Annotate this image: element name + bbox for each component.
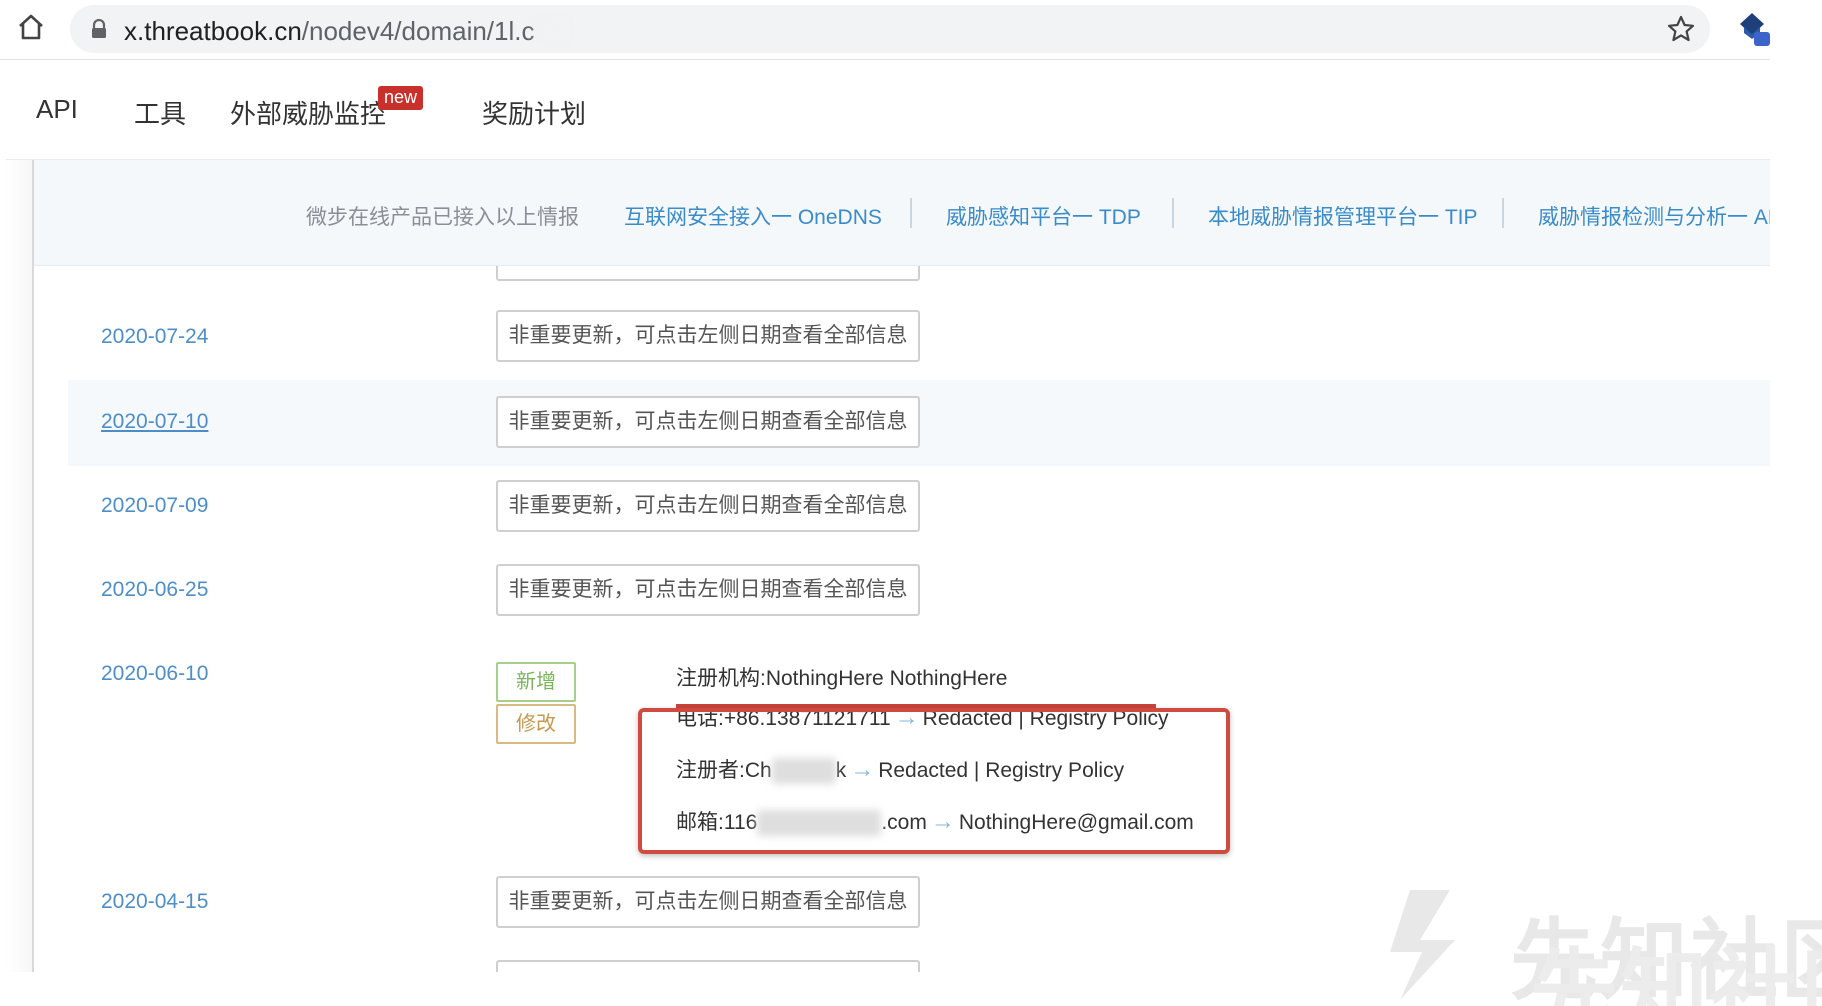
star-icon[interactable] [1666, 14, 1696, 44]
domain-history-panel: 微步在线产品已接入以上情报 互联网安全接入一 OneDNS 威胁感知平台一 TD… [6, 160, 1770, 972]
banner-divider [1502, 198, 1504, 228]
change-old-value-tail: .com [881, 811, 927, 834]
arrow-right-icon: → [850, 756, 875, 783]
history-summary-box[interactable]: 非重要更新，可点击左侧日期查看全部信息 [496, 396, 920, 448]
url-redaction [532, 17, 568, 41]
history-summary-box[interactable]: 非重要更新，可点击左侧日期查看全部信息 [496, 564, 920, 616]
nav-item-api[interactable]: API [36, 94, 78, 125]
url-path: /nodev4/domain/1l.c [301, 16, 535, 46]
site-navigation: API 工具 外部威胁监控 new 奖励计划 [6, 62, 1770, 160]
history-summary-box[interactable]: 非重要更新，可点击左侧日期查看全部信息 [496, 876, 920, 928]
banner-link-onedns[interactable]: 互联网安全接入一 OneDNS [624, 201, 882, 231]
new-badge: new [378, 86, 424, 110]
history-summary-box[interactable]: 非重要更新，可点击左侧日期查看全部信息 [496, 310, 920, 362]
banner-lead-text: 微步在线产品已接入以上情报 [306, 206, 579, 229]
nav-item-rewards[interactable]: 奖励计划 [482, 94, 586, 131]
history-date-link[interactable]: 2020-06-25 [101, 578, 208, 602]
change-new-value: NothingHere@gmail.com [958, 811, 1194, 834]
change-registrant-org: 注册机构:NothingHere NothingHere [676, 667, 1008, 690]
nav-item-tools[interactable]: 工具 [134, 94, 186, 131]
product-banner: 微步在线产品已接入以上情报 互联网安全接入一 OneDNS 威胁感知平台一 TD… [34, 160, 1770, 266]
banner-link-ap[interactable]: 威胁情报检测与分析一 AP [1538, 201, 1770, 231]
url-text[interactable]: x.threatbook.cn/nodev4/domain/1l.c [124, 16, 535, 47]
history-date-link[interactable]: 2020-07-10 [101, 410, 208, 434]
change-old-value: 邮箱:116 [676, 811, 758, 834]
change-old-value: 注册者:Ch [676, 759, 772, 782]
change-email: 邮箱:116 .com → NothingHere@gmail.com [676, 806, 1194, 837]
home-icon[interactable] [14, 10, 48, 44]
history-date-link[interactable]: 2020-06-10 [101, 662, 208, 686]
redaction-blur [757, 810, 882, 837]
panel-edge [6, 160, 32, 972]
summary-box-partial [496, 266, 920, 281]
nav-item-external-threat-monitoring[interactable]: 外部威胁监控 [230, 94, 386, 131]
summary-box-partial [496, 960, 920, 972]
change-new-value: Redacted | Registry Policy [878, 759, 1125, 782]
banner-link-tip[interactable]: 本地威胁情报管理平台一 TIP [1208, 201, 1478, 231]
history-date-link[interactable]: 2020-04-15 [101, 890, 208, 914]
browser-toolbar: x.threatbook.cn/nodev4/domain/1l.c [0, 0, 1770, 60]
history-date-link[interactable]: 2020-07-09 [101, 494, 208, 518]
modified-tag: 修改 [496, 704, 576, 744]
banner-divider [1172, 198, 1174, 228]
history-date-link[interactable]: 2020-07-24 [101, 325, 208, 349]
arrow-right-icon: → [930, 808, 955, 835]
extension-icon[interactable] [1736, 10, 1770, 46]
history-summary-box[interactable]: 非重要更新，可点击左侧日期查看全部信息 [496, 480, 920, 532]
added-tag: 新增 [496, 662, 576, 702]
banner-divider [910, 198, 912, 228]
banner-link-tdp[interactable]: 威胁感知平台一 TDP [946, 201, 1141, 231]
timeline-rule [32, 160, 34, 972]
url-host: x.threatbook.cn [124, 16, 302, 46]
address-bar[interactable]: x.threatbook.cn/nodev4/domain/1l.c [70, 5, 1710, 53]
redaction-blur [771, 758, 836, 785]
change-registrant: 注册者:Ch k → Redacted | Registry Policy [676, 754, 1125, 785]
change-old-value-tail: k [835, 759, 847, 782]
lock-icon [92, 19, 106, 38]
